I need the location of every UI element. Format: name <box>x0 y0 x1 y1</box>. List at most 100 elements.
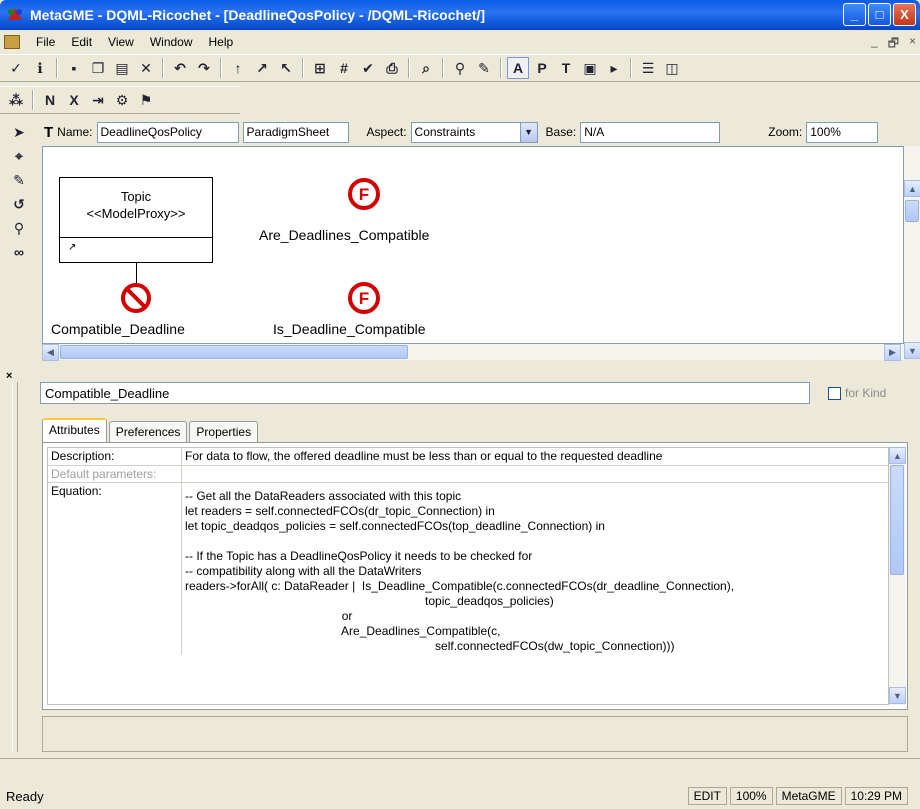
checkmark-icon[interactable]: ✔ <box>357 57 379 79</box>
mdi-restore-button[interactable]: 🗗 <box>888 34 899 55</box>
aspect-arrow-icon[interactable]: ▸ <box>603 57 625 79</box>
scroll-down-icon[interactable]: ▼ <box>904 342 920 359</box>
scroll-up-icon[interactable]: ▲ <box>889 447 906 464</box>
aspect-select[interactable]: Constraints ▼ <box>410 121 538 143</box>
find-icon[interactable]: ⌕ <box>415 57 437 79</box>
x-icon[interactable]: X <box>63 89 85 111</box>
status-bar: Ready EDIT 100% MetaGME 10:29 PM <box>0 758 920 809</box>
metagme-app-icon[interactable] <box>6 6 24 24</box>
connect-icon[interactable]: ⇥ <box>87 89 109 111</box>
print-icon[interactable]: ⎙ <box>381 57 403 79</box>
canvas-hscroll-thumb[interactable] <box>60 345 408 359</box>
link-icon[interactable]: ∞ <box>8 241 30 263</box>
zoom-select-icon[interactable]: ⌖ <box>8 145 30 167</box>
zoom-field[interactable]: 100% <box>806 121 879 143</box>
for-kind-checkbox[interactable]: for Kind <box>828 386 886 400</box>
aspect-a-icon[interactable]: A <box>507 57 529 79</box>
menu-help[interactable]: Help <box>201 35 242 49</box>
zoom-icon[interactable]: ⚲ <box>449 57 471 79</box>
menu-file[interactable]: File <box>28 35 63 49</box>
scroll-right-icon[interactable]: ▶ <box>884 344 901 361</box>
equation-value[interactable]: -- Get all the DataReaders associated wi… <box>182 483 888 655</box>
text-tool-icon[interactable]: T <box>44 124 53 141</box>
help-area <box>42 716 908 752</box>
status-text: Ready <box>6 789 44 804</box>
canvas-horizontal-scrollbar[interactable]: ◀ ▶ <box>42 344 904 361</box>
checkbox-icon[interactable] <box>828 386 841 400</box>
aspect-t-icon[interactable]: T <box>555 57 577 79</box>
up-icon[interactable]: ↑ <box>227 57 249 79</box>
split-icon[interactable]: ◫ <box>661 57 683 79</box>
toolbar-separator <box>408 58 410 78</box>
scroll-down-icon[interactable]: ▼ <box>889 687 906 704</box>
attributes-vscroll-thumb[interactable] <box>890 465 904 575</box>
minimize-button[interactable]: _ <box>843 3 866 26</box>
toolbar-separator <box>162 58 164 78</box>
tab-properties[interactable]: Properties <box>189 421 259 442</box>
check-icon[interactable]: ✓ <box>5 57 27 79</box>
attributes-vertical-scrollbar[interactable]: ▲ ▼ <box>889 447 906 705</box>
disconnect-tool-icon[interactable]: ↺ <box>8 193 30 215</box>
topic-model-proxy[interactable]: Topic <<ModelProxy>> ↗ <box>59 177 213 263</box>
toolbar-separator <box>32 90 34 110</box>
gear-icon[interactable]: ⚙ <box>111 89 133 111</box>
menu-view[interactable]: View <box>100 35 142 49</box>
base-field[interactable]: N/A <box>580 121 721 143</box>
tab-preferences[interactable]: Preferences <box>108 421 188 442</box>
default-parameters-value[interactable] <box>182 466 888 482</box>
magnify-icon[interactable]: ⚲ <box>8 217 30 239</box>
document-icon[interactable] <box>4 35 20 49</box>
maximize-button[interactable]: □ <box>868 3 891 26</box>
name-field[interactable]: DeadlineQosPolicy <box>96 121 239 143</box>
constraint-icon[interactable] <box>119 281 153 315</box>
mdi-minimize-button[interactable]: _ <box>871 34 878 55</box>
is-deadline-compatible-label[interactable]: Is_Deadline_Compatible <box>273 321 426 337</box>
svg-text:F: F <box>359 289 369 308</box>
menu-edit[interactable]: Edit <box>63 35 100 49</box>
up-right-icon[interactable]: ↗ <box>251 57 273 79</box>
description-value[interactable]: For data to flow, the offered deadline m… <box>182 448 888 465</box>
aspect-label: Aspect: <box>366 125 407 139</box>
name-icon[interactable]: N <box>39 89 61 111</box>
copy-icon[interactable]: ❐ <box>87 57 109 79</box>
object-inspector: × Compatible_Deadline for Kind Attribute… <box>0 370 920 758</box>
function-icon[interactable]: F <box>347 281 381 315</box>
close-icon[interactable]: × <box>6 370 12 382</box>
paste-icon[interactable]: ▤ <box>111 57 133 79</box>
aspect-box-icon[interactable]: ▣ <box>579 57 601 79</box>
canvas-vscroll-thumb[interactable] <box>905 200 919 222</box>
delete-icon[interactable]: ✕ <box>135 57 157 79</box>
list-icon[interactable]: ☰ <box>637 57 659 79</box>
are-deadlines-compatible-label[interactable]: Are_Deadlines_Compatible <box>259 227 429 243</box>
save-icon[interactable]: ▪ <box>63 57 85 79</box>
grid-icon[interactable]: # <box>333 57 355 79</box>
scroll-up-icon[interactable]: ▲ <box>904 180 920 197</box>
mdi-close-button[interactable]: × <box>909 34 916 55</box>
info-icon[interactable]: ℹ <box>29 57 51 79</box>
select-arrow-icon[interactable]: ➤ <box>8 121 30 143</box>
menu-window[interactable]: Window <box>142 35 201 49</box>
pen-icon[interactable]: ✎ <box>473 57 495 79</box>
panel-grip[interactable] <box>12 382 18 752</box>
model-icon[interactable]: ⚑ <box>135 89 157 111</box>
compatible-deadline-label[interactable]: Compatible_Deadline <box>51 321 185 337</box>
tab-attributes[interactable]: Attributes <box>42 418 107 442</box>
register-icon[interactable]: ⊞ <box>309 57 331 79</box>
function-icon[interactable]: F <box>347 177 381 211</box>
connect-tool-icon[interactable]: ✎ <box>8 169 30 191</box>
palette-icon[interactable]: ⁂ <box>5 89 27 111</box>
close-button[interactable]: X <box>893 3 916 26</box>
zoom-label: Zoom: <box>768 125 803 139</box>
chevron-down-icon[interactable]: ▼ <box>519 122 537 142</box>
scroll-left-icon[interactable]: ◀ <box>42 344 59 361</box>
status-mode: EDIT <box>687 787 727 805</box>
status-zoom: 100% <box>729 787 773 805</box>
up-left-icon[interactable]: ↖ <box>275 57 297 79</box>
redo-icon[interactable]: ↷ <box>193 57 215 79</box>
aspect-p-icon[interactable]: P <box>531 57 553 79</box>
object-name-field[interactable]: Compatible_Deadline <box>40 382 810 404</box>
undo-icon[interactable]: ↶ <box>169 57 191 79</box>
paradigm-field[interactable]: ParadigmSheet <box>242 121 349 143</box>
canvas-vertical-scrollbar[interactable]: ▲ ▼ <box>904 146 920 359</box>
model-canvas[interactable]: Topic <<ModelProxy>> ↗ F Are_Deadlines_C… <box>42 146 904 344</box>
